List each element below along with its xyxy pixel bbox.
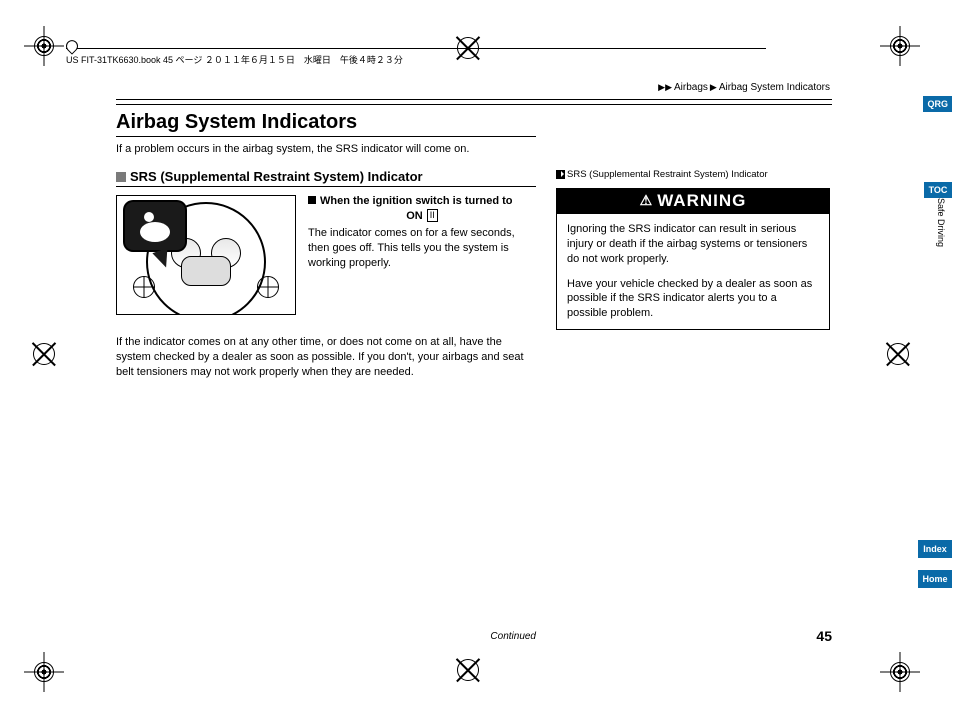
nav-tab-home[interactable]: Home (918, 570, 952, 588)
sidebar-ref-text: SRS (Supplemental Restraint System) Indi… (567, 169, 768, 180)
page-title: Airbag System Indicators (116, 111, 536, 137)
square-bullet-icon (116, 172, 126, 182)
srs-callout-bubble (125, 202, 185, 250)
nav-tab-index[interactable]: Index (918, 540, 952, 558)
cropmark-tl (24, 26, 64, 66)
nav-tab-qrg[interactable]: QRG (923, 96, 952, 112)
srs-airbag-icon (140, 212, 170, 242)
ignition-heading: When the ignition switch is turned to (308, 195, 536, 207)
warning-header: ⚠WARNING (557, 189, 829, 214)
ignition-body: The indicator comes on for a few seconds… (308, 226, 536, 271)
breadcrumb: ▶▶Airbags▶Airbag System Indicators (116, 82, 832, 93)
dashboard-illustration (116, 195, 296, 315)
breadcrumb-sep: ▶ (710, 82, 717, 92)
nav-tab-toc[interactable]: TOC (924, 182, 952, 198)
cropmark-bl (24, 652, 64, 692)
page-number: 45 (816, 628, 832, 644)
header-strip-text: US FIT-31TK6630.book 45 ページ ２０１１年６月１５日 水… (66, 55, 403, 65)
ignition-on-line: ON II (308, 209, 536, 222)
document-header-strip: US FIT-31TK6630.book 45 ページ ２０１１年６月１５日 水… (66, 48, 766, 66)
on-label: ON (406, 210, 423, 222)
cropmark-br (880, 652, 920, 692)
breadcrumb-arrows: ▶▶ (658, 82, 672, 92)
regmark-left (28, 338, 60, 370)
warning-p2: Have your vehicle checked by a dealer as… (567, 277, 819, 322)
continued-label: Continued (116, 631, 536, 642)
warning-title: WARNING (657, 191, 746, 210)
intro-text: If a problem occurs in the airbag system… (116, 143, 536, 155)
black-square-bullet-icon (308, 196, 316, 204)
cropmark-tr (880, 26, 920, 66)
section-side-label: Safe Driving (936, 198, 946, 247)
regmark-right (882, 338, 914, 370)
regmark-bottom (452, 654, 484, 686)
rule-decoration (116, 99, 832, 105)
srs-subheading: SRS (Supplemental Restraint System) Indi… (116, 169, 536, 187)
ignition-line1: When the ignition switch is turned to (320, 195, 513, 207)
sidebar-reference: SRS (Supplemental Restraint System) Indi… (556, 169, 830, 180)
on-position-box: II (427, 209, 438, 222)
note-paragraph: If the indicator comes on at any other t… (116, 335, 536, 380)
warning-box: ⚠WARNING Ignoring the SRS indicator can … (556, 188, 830, 330)
chevron-ref-icon (556, 170, 565, 179)
breadcrumb-part1: Airbags (674, 82, 708, 93)
srs-subheading-text: SRS (Supplemental Restraint System) Indi… (130, 169, 423, 184)
breadcrumb-part2: Airbag System Indicators (719, 82, 830, 93)
warning-p1: Ignoring the SRS indicator can result in… (567, 222, 819, 267)
warning-triangle-icon: ⚠ (640, 192, 654, 209)
